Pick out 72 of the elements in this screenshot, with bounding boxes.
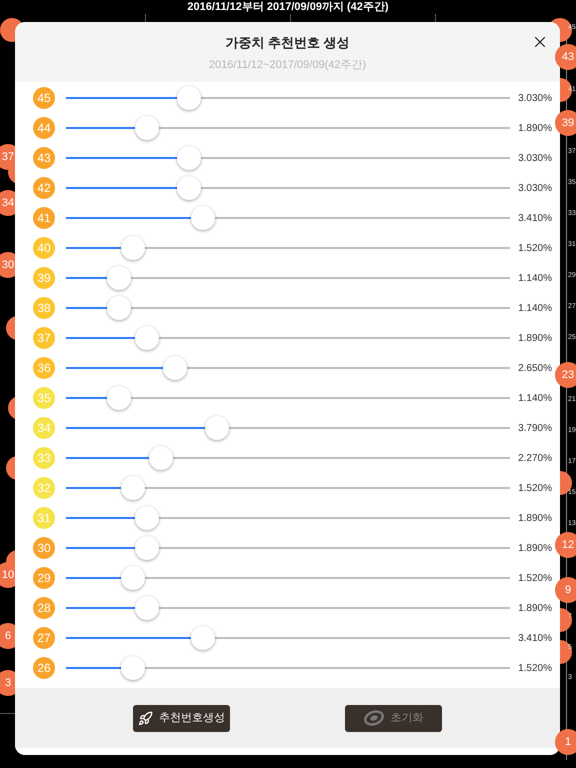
slider-thumb[interactable]	[121, 476, 146, 500]
weight-percent: 1.890%	[518, 602, 552, 616]
weight-percent: 1.890%	[518, 512, 552, 526]
chart-title: 2016/11/12부터 2017/09/09까지 (42주간)	[186, 0, 390, 14]
weight-percent: 3.030%	[518, 92, 552, 106]
weight-percent: 1.520%	[518, 242, 552, 256]
rocket-icon	[138, 710, 153, 726]
slider-thumb[interactable]	[162, 356, 187, 380]
weight-percent: 1.520%	[518, 662, 552, 676]
slider-thumb[interactable]	[134, 326, 159, 350]
slider-track[interactable]	[66, 626, 510, 650]
slider-thumb[interactable]	[204, 416, 229, 440]
slider-track[interactable]	[66, 416, 510, 440]
slider-thumb[interactable]	[134, 596, 159, 620]
weight-percent: 3.790%	[518, 422, 552, 436]
slider-thumb[interactable]	[191, 626, 216, 650]
slider-track[interactable]	[66, 176, 510, 200]
weight-percent: 1.520%	[518, 482, 552, 496]
slider-track[interactable]	[66, 386, 510, 410]
slider-track[interactable]	[66, 236, 510, 260]
data-bubble: 43	[555, 44, 576, 70]
slider-track[interactable]	[66, 656, 510, 680]
weight-percent: 1.140%	[518, 302, 552, 316]
slider-thumb[interactable]	[134, 116, 159, 140]
weight-percent: 1.140%	[518, 392, 552, 406]
slider-thumb[interactable]	[121, 566, 146, 590]
weight-percent: 1.140%	[518, 272, 552, 286]
weight-percent: 1.520%	[518, 572, 552, 586]
weight-percent: 1.890%	[518, 332, 552, 346]
slider-thumb[interactable]	[176, 146, 201, 170]
slider-track[interactable]	[66, 266, 510, 290]
slider-track[interactable]	[66, 476, 510, 500]
slider-thumb[interactable]	[134, 536, 159, 560]
slider-track[interactable]	[66, 536, 510, 560]
slider-track[interactable]	[66, 116, 510, 140]
slider-track[interactable]	[66, 206, 510, 230]
slider-track[interactable]	[66, 446, 510, 470]
slider-track[interactable]	[66, 146, 510, 170]
slider-thumb[interactable]	[121, 656, 146, 680]
slider-thumb[interactable]	[176, 176, 201, 200]
slider-thumb[interactable]	[106, 386, 131, 410]
weight-percent: 1.890%	[518, 542, 552, 556]
swirl-icon	[364, 710, 384, 726]
slider-thumb[interactable]	[149, 446, 174, 470]
data-bubble: 12	[555, 532, 576, 558]
data-bubble: 23	[555, 362, 576, 388]
slider-track[interactable]	[66, 296, 510, 320]
weight-percent: 3.030%	[518, 182, 552, 196]
weight-percent: 1.890%	[518, 122, 552, 136]
slider-track[interactable]	[66, 356, 510, 380]
weight-percent: 2.270%	[518, 452, 552, 466]
slider-track[interactable]	[66, 506, 510, 530]
slider-track[interactable]	[66, 596, 510, 620]
weight-percent: 3.410%	[518, 632, 552, 646]
slider-thumb[interactable]	[176, 86, 201, 110]
dialog-subtitle: 2016/11/12~2017/09/09(42주간)	[208, 58, 366, 72]
weight-percent: 3.410%	[518, 212, 552, 226]
dialog-title: 가중치 추천번호 생성	[225, 35, 350, 51]
data-bubble: 1	[555, 729, 576, 755]
weight-percent: 3.030%	[518, 152, 552, 166]
generate-button[interactable]: 추천번호생성	[132, 704, 230, 732]
slider-thumb[interactable]	[121, 236, 146, 260]
slider-track[interactable]	[66, 326, 510, 350]
data-bubble: 9	[555, 577, 576, 603]
slider-thumb[interactable]	[106, 266, 131, 290]
slider-thumb[interactable]	[106, 296, 131, 320]
slider-thumb[interactable]	[191, 206, 216, 230]
slider-track[interactable]	[66, 566, 510, 590]
data-bubble: 39	[555, 110, 576, 136]
slider-track[interactable]	[66, 86, 510, 110]
weight-percent: 2.650%	[518, 362, 552, 376]
slider-thumb[interactable]	[134, 506, 159, 530]
